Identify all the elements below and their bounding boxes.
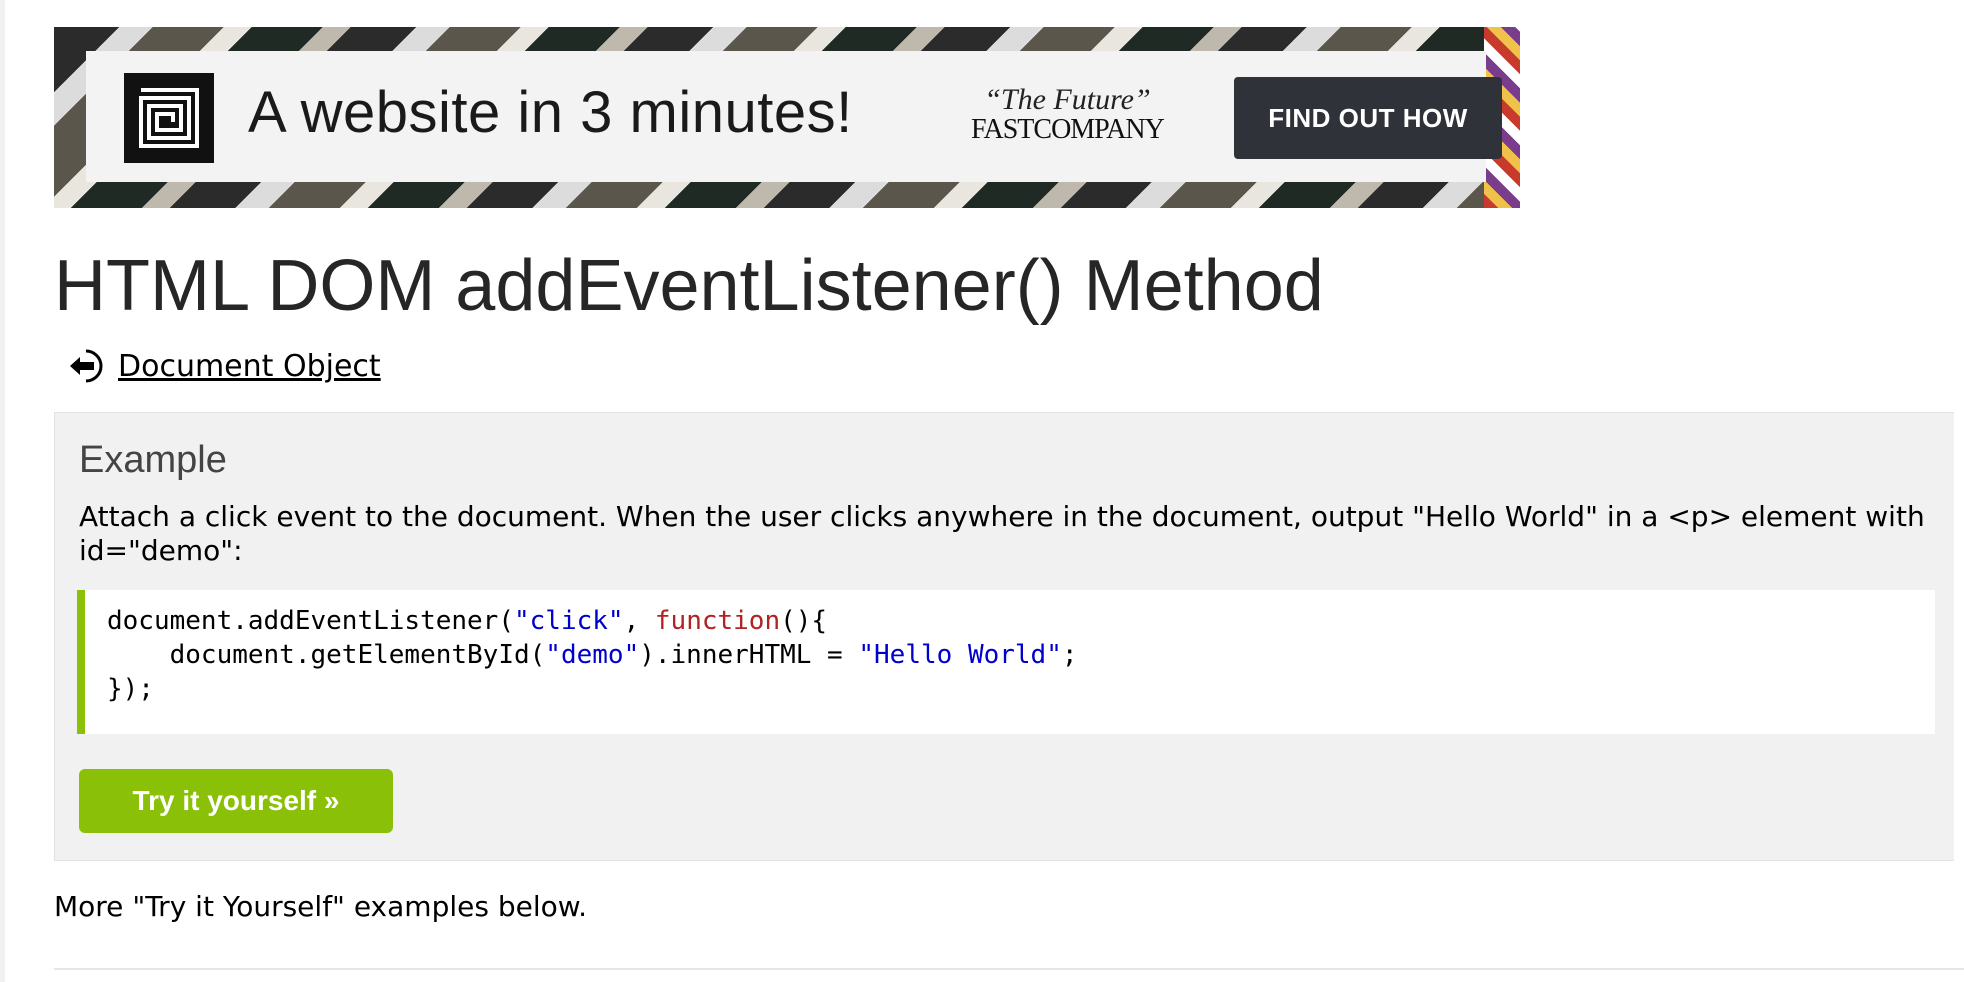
left-edge-strip [0, 0, 5, 982]
code-block: document.addEventListener("click", funct… [77, 590, 1935, 734]
back-link-document-object[interactable]: Document Object [66, 348, 381, 384]
find-out-how-button[interactable]: FIND OUT HOW [1234, 77, 1502, 159]
more-examples-text: More "Try it Yourself" examples below. [54, 890, 587, 923]
ad-quote: “The Future” FASTCOMPANY [971, 83, 1165, 145]
square-spiral-logo-icon [124, 73, 214, 163]
divider [54, 968, 1964, 970]
code-text: document.getElementById( [107, 640, 546, 670]
back-link-label[interactable]: Document Object [118, 349, 381, 384]
code-text: document.addEventListener( [107, 606, 514, 636]
code-string: "demo" [545, 640, 640, 670]
code-text: ; [1061, 640, 1078, 670]
code-string: "Hello World" [858, 640, 1062, 670]
code-text: ).innerHTML = [639, 640, 859, 670]
code-text: }); [107, 674, 154, 704]
page: A website in 3 minutes! “The Future” FAS… [0, 0, 1964, 982]
ad-headline: A website in 3 minutes! [248, 80, 853, 145]
example-box: Example Attach a click event to the docu… [54, 412, 1954, 861]
code-keyword: function [654, 606, 781, 636]
example-description: Attach a click event to the document. Wh… [79, 500, 1925, 567]
back-arrow-icon [66, 348, 106, 384]
code-text: , [623, 606, 655, 636]
code-string: "click" [514, 606, 624, 636]
code-text: (){ [780, 606, 828, 636]
ad-quote-source: FASTCOMPANY [971, 114, 1165, 145]
ad-panel: A website in 3 minutes! “The Future” FAS… [86, 51, 1502, 182]
ad-quote-text: “The Future” [984, 83, 1151, 116]
page-title: HTML DOM addEventListener() Method [54, 246, 1324, 326]
example-heading: Example [79, 439, 227, 481]
ad-banner[interactable]: A website in 3 minutes! “The Future” FAS… [54, 27, 1520, 208]
try-it-yourself-button[interactable]: Try it yourself » [79, 769, 393, 833]
